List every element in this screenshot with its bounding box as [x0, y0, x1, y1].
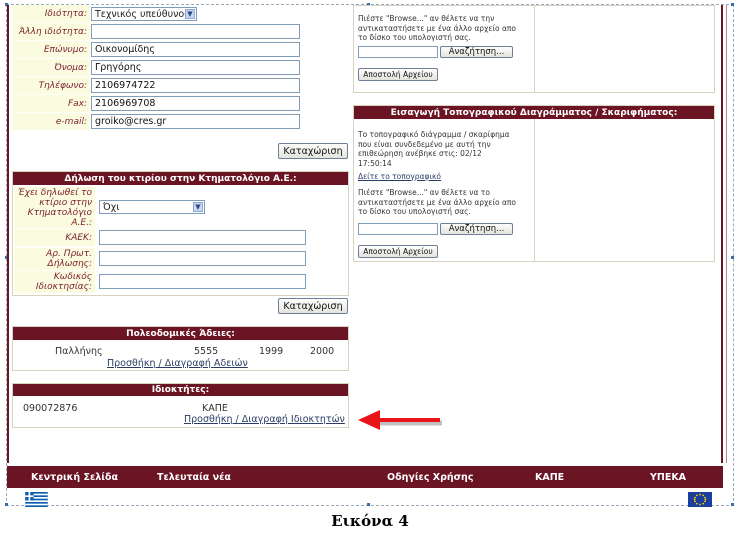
manage-owners-link[interactable]: Προσθήκη / Διαγραφή Ιδιοκτητών: [184, 414, 345, 425]
owner-submit-button[interactable]: Καταχώριση: [278, 143, 348, 159]
permit-area: Παλλήνης: [55, 346, 103, 357]
topo-info: Το τοπογραφικό διάγραμμα / σκαρίφημα που…: [358, 130, 510, 168]
role-select-value: Τεχνικός υπεύθυνος: [95, 8, 190, 20]
cadastre-panel: Δήλωση του κτιρίου στην Κτηματολόγιο Α.Ε…: [12, 171, 349, 296]
file-path-input[interactable]: [358, 46, 438, 58]
upload-panel: Πιέστε "Browse..." αν θέλετε να την αντι…: [353, 5, 715, 93]
field-label: Όνομα:: [12, 59, 90, 76]
view-topo-link[interactable]: Δείτε το τοπογραφικό: [358, 172, 441, 182]
footer-nav: Κεντρική Σελίδα Τελευταία νέα Οδηγίες Χρ…: [7, 466, 723, 488]
owners-panel: Ιδιοκτήτες: 090072876 ΚΑΠΕ Προσθήκη / Δι…: [12, 383, 349, 428]
fax-input[interactable]: 2106969708: [91, 96, 300, 111]
manage-permits-link[interactable]: Προσθήκη / Διαγραφή Αδειών: [107, 358, 248, 369]
field-label: Κωδικός Ιδιοκτησίας:: [14, 271, 95, 293]
topo-title: Εισαγωγή Τοπογραφικού Διαγράμματος / Σκα…: [354, 106, 714, 119]
permit-year-2: 2000: [310, 346, 335, 357]
firstname-input[interactable]: Γρηγόρης: [91, 60, 300, 75]
figure-caption: Εικόνα 4: [331, 512, 409, 530]
surname-input[interactable]: Οικονομίδης: [91, 42, 300, 57]
field-label: Επώνυμο:: [12, 41, 90, 58]
field-label: ΚΑΕΚ:: [14, 229, 95, 246]
topo-file-path-input[interactable]: [358, 223, 438, 235]
permit-number: 5555: [194, 346, 219, 357]
role-select[interactable]: Τεχνικός υπεύθυνος ▼: [91, 7, 197, 21]
resize-handle: [367, 503, 370, 506]
info-line: 17:50:14: [358, 158, 392, 168]
field-label: Fax:: [12, 95, 90, 112]
owner-name: ΚΑΠΕ: [202, 403, 228, 414]
permits-title: Πολεοδομικές Άδειες:: [13, 327, 348, 340]
browse-button[interactable]: Αναζήτηση...: [440, 46, 513, 58]
eu-flag-icon: [688, 492, 712, 507]
red-arrow-icon: [358, 410, 442, 430]
other-role-input[interactable]: [91, 24, 300, 39]
field-label: Αρ. Πρωτ. Δήλωσης:: [14, 248, 95, 270]
page-border-right: [721, 5, 723, 463]
instruction-line: το δίσκο του υπολογιστή σας.: [358, 207, 471, 216]
info-line: Το τοπογραφικό διάγραμμα / σκαρίφημα: [358, 130, 510, 139]
cadastre-declared-value: Όχι: [103, 201, 120, 213]
resize-handle: [731, 503, 734, 506]
kaek-input[interactable]: [99, 230, 306, 245]
column-divider: [534, 6, 535, 92]
page-border-left: [7, 5, 9, 463]
info-line: επιθεώρηση ανέβηκε στις: 02/12: [358, 149, 482, 158]
send-file-button[interactable]: Αποστολή Αρχείου: [358, 68, 438, 81]
permit-year: 1999: [259, 346, 284, 357]
instruction-line: αντικαταστήσετε με ένα άλλο αρχείο απο: [358, 197, 517, 207]
cadastre-submit-button[interactable]: Καταχώριση: [278, 298, 348, 314]
field-label: Ιδιότητα:: [12, 5, 90, 22]
declaration-number-input[interactable]: [99, 251, 306, 266]
upload-instructions: Πιέστε "Browse..." αν θέλετε να την αντι…: [358, 14, 516, 43]
instruction-line: Πιέστε "Browse..." αν θέλετε να το: [358, 188, 490, 197]
field-label: Έχει δηλωθεί το κτίριο στην Κτηματολόγιο…: [14, 187, 95, 228]
nav-news[interactable]: Τελευταία νέα: [157, 472, 231, 483]
chevron-down-icon: ▼: [193, 202, 203, 212]
property-code-input[interactable]: [99, 274, 306, 289]
info-line: που είναι συνδεδεμένο με αυτή την: [358, 139, 491, 149]
topo-browse-button[interactable]: Αναζήτηση...: [440, 223, 513, 235]
phone-input[interactable]: 2106974722: [91, 78, 300, 93]
nav-instructions[interactable]: Οδηγίες Χρήσης: [387, 472, 473, 483]
resize-handle: [5, 503, 8, 506]
chevron-down-icon: ▼: [185, 9, 195, 19]
resize-handle: [731, 256, 734, 259]
topo-instructions: Πιέστε "Browse..." αν θέλετε να το αντικ…: [358, 188, 516, 217]
topo-panel: Εισαγωγή Τοπογραφικού Διαγράμματος / Σκα…: [353, 105, 715, 262]
field-label: Τηλέφωνο:: [12, 77, 90, 94]
owner-form: Ιδιότητα: Τεχνικός υπεύθυνος ▼ Άλλη ιδιό…: [12, 5, 352, 165]
column-divider: [534, 119, 535, 261]
permits-panel: Πολεοδομικές Άδειες: Παλλήνης 5555 1999 …: [12, 326, 349, 371]
owner-id: 090072876: [23, 403, 78, 414]
email-input[interactable]: groiko@cres.gr: [91, 114, 300, 129]
nav-kape[interactable]: ΚΑΠΕ: [535, 472, 564, 483]
cadastre-title: Δήλωση του κτιρίου στην Κτηματολόγιο Α.Ε…: [13, 172, 348, 185]
greek-flag-icon: [25, 492, 48, 507]
page-border-right-outer: [726, 5, 727, 463]
instruction-line: αντικαταστήσετε με ένα άλλο αρχείο απο: [358, 23, 517, 33]
nav-home[interactable]: Κεντρική Σελίδα: [31, 472, 118, 483]
field-label: e-mail:: [12, 113, 90, 130]
cadastre-declared-select[interactable]: Όχι ▼: [99, 200, 205, 214]
instruction-line: Πιέστε "Browse..." αν θέλετε να την: [358, 14, 495, 23]
instruction-line: το δίσκο του υπολογιστή σας.: [358, 33, 471, 42]
owners-title: Ιδιοκτήτες:: [13, 384, 348, 396]
field-label: Άλλη ιδιότητα:: [12, 23, 90, 40]
nav-ypeka[interactable]: ΥΠΕΚΑ: [650, 472, 686, 483]
topo-send-file-button[interactable]: Αποστολή Αρχείου: [358, 245, 438, 258]
resize-handle: [731, 3, 734, 6]
